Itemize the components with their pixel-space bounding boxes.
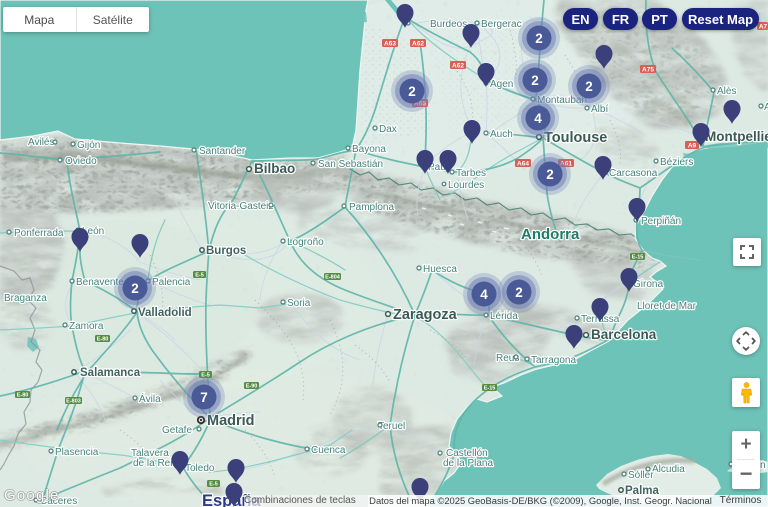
svg-text:E-90: E-90 <box>246 384 258 390</box>
svg-text:Barcelona: Barcelona <box>591 327 657 342</box>
svg-text:4: 4 <box>534 111 542 126</box>
svg-text:Tarbes: Tarbes <box>456 168 486 179</box>
svg-text:Montpellier: Montpellier <box>705 129 768 144</box>
svg-text:Toulouse: Toulouse <box>544 130 607 146</box>
svg-text:Logroño: Logroño <box>287 237 324 248</box>
svg-text:Ávila: Ávila <box>139 392 161 405</box>
svg-text:Vitoria-Gasteiz: Vitoria-Gasteiz <box>208 201 273 212</box>
svg-text:Andorra: Andorra <box>521 226 580 243</box>
svg-text:E-80: E-80 <box>17 393 29 399</box>
svg-text:2: 2 <box>131 281 139 296</box>
svg-text:San Sebastián: San Sebastián <box>318 159 383 170</box>
svg-text:E-80: E-80 <box>97 337 109 343</box>
svg-text:Sóller: Sóller <box>628 470 654 481</box>
svg-text:A62: A62 <box>412 41 424 48</box>
svg-text:A64: A64 <box>517 161 529 168</box>
svg-text:Perpiñán: Perpiñán <box>641 216 681 227</box>
svg-text:Aviñón: Aviñón <box>764 102 768 113</box>
svg-text:Auch: Auch <box>490 129 513 140</box>
svg-text:Soria: Soria <box>287 298 311 309</box>
svg-text:Cuenca: Cuenca <box>311 445 346 456</box>
svg-text:Pamplona: Pamplona <box>349 202 394 213</box>
svg-text:2: 2 <box>408 84 416 99</box>
svg-text:Carcasona: Carcasona <box>609 168 658 179</box>
svg-text:A9: A9 <box>688 143 697 150</box>
svg-text:Alcudia: Alcudia <box>652 464 685 475</box>
svg-text:Zamora: Zamora <box>69 321 104 332</box>
svg-text:Burdeos: Burdeos <box>430 19 467 30</box>
svg-text:2: 2 <box>535 31 543 46</box>
svg-text:Huesca: Huesca <box>423 264 457 275</box>
svg-text:A62: A62 <box>452 63 464 70</box>
svg-text:4: 4 <box>480 287 488 302</box>
svg-text:Bilbao: Bilbao <box>254 161 295 176</box>
svg-text:Tarragona: Tarragona <box>531 355 576 366</box>
svg-text:E-15: E-15 <box>632 255 644 261</box>
svg-text:2: 2 <box>515 285 523 300</box>
svg-text:Oviedo: Oviedo <box>65 156 97 167</box>
svg-text:2: 2 <box>531 73 539 88</box>
svg-text:7: 7 <box>200 390 208 405</box>
svg-text:Gijón: Gijón <box>77 140 100 151</box>
svg-text:Alès: Alès <box>717 86 736 97</box>
svg-text:Palencia: Palencia <box>152 277 191 288</box>
svg-text:Dax: Dax <box>379 124 397 135</box>
svg-text:Plasencia: Plasencia <box>55 447 99 458</box>
svg-text:Santander: Santander <box>199 146 246 157</box>
svg-text:Zaragoza: Zaragoza <box>393 307 458 323</box>
svg-text:2: 2 <box>585 79 593 94</box>
svg-text:Girona: Girona <box>633 279 663 290</box>
svg-text:Béziers: Béziers <box>660 157 693 168</box>
svg-text:Salamanca: Salamanca <box>80 367 141 379</box>
svg-text:A63: A63 <box>384 41 396 48</box>
svg-text:Bayona: Bayona <box>352 144 386 155</box>
svg-text:Lourdes: Lourdes <box>448 180 484 191</box>
svg-text:Valladolid: Valladolid <box>138 307 192 319</box>
svg-text:Lloret de Mar: Lloret de Mar <box>637 301 697 312</box>
svg-text:Avilés: Avilés <box>28 137 55 148</box>
svg-text:E-803: E-803 <box>66 399 81 405</box>
svg-text:Ponferrada: Ponferrada <box>14 228 64 239</box>
svg-text:E-15: E-15 <box>484 386 496 392</box>
svg-text:E-5: E-5 <box>195 273 204 279</box>
svg-text:Agen: Agen <box>490 79 513 90</box>
svg-text:Lérida: Lérida <box>490 311 518 322</box>
svg-text:Bergerac: Bergerac <box>481 19 522 30</box>
svg-text:Burgos: Burgos <box>206 245 246 257</box>
svg-text:A75: A75 <box>642 67 654 74</box>
svg-text:E-5: E-5 <box>209 482 218 488</box>
svg-text:Getafe: Getafe <box>162 425 192 436</box>
svg-text:Braganza: Braganza <box>4 293 47 304</box>
svg-text:2: 2 <box>546 167 554 182</box>
svg-text:de la Plana: de la Plana <box>443 458 493 469</box>
svg-text:Toledo: Toledo <box>185 463 215 474</box>
svg-text:E-804: E-804 <box>325 275 341 281</box>
svg-text:A7: A7 <box>759 24 768 31</box>
svg-text:Madrid: Madrid <box>207 413 255 429</box>
